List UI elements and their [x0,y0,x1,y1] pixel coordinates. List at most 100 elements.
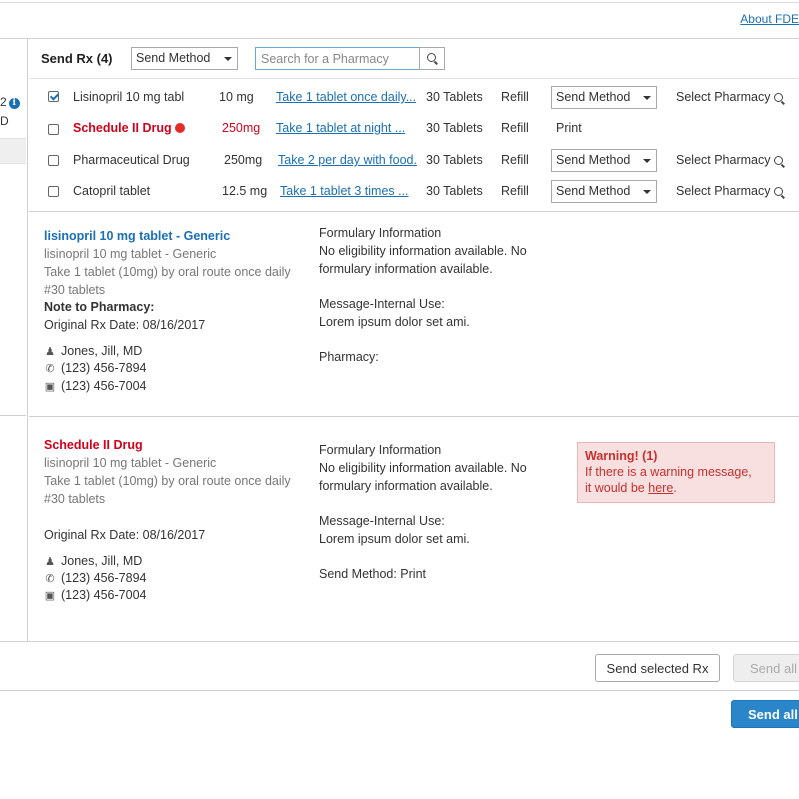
select-pharmacy-link[interactable]: Select Pharmacy [676,153,784,167]
warning-text-line2: it would be here. [585,480,767,496]
send-rx-title: Send Rx (4) [41,51,113,66]
formulary-text: No eligibility information available. No [319,244,527,258]
rx-row-name: Schedule II Drug [73,121,185,135]
rx-row-refill: Refill [501,184,529,198]
rx-row-sig-link[interactable]: Take 1 tablet 3 times ... [280,184,409,198]
rx-detail-qty: #30 tablets [44,492,106,506]
send-all-disabled-button[interactable]: Send all [733,654,799,682]
chevron-down-icon [224,57,232,61]
footer-divider-2 [0,690,799,691]
toolbar-divider [29,78,799,79]
user-icon: ♟ [45,556,55,568]
left-pane-number-text: 2 [0,95,7,109]
warning-text: If there is a warning message, [585,465,752,479]
rx-row-checkbox[interactable] [48,91,59,102]
note-to-pharmacy-label: Note to Pharmacy: [44,300,155,314]
phone-number: (123) 456-7894 [61,571,147,585]
chevron-down-icon [643,190,651,194]
chevron-down-icon [643,159,651,163]
message-text: Lorem ipsum dolor set ami. [319,532,470,546]
pharmacy-label: Pharmacy: [319,350,379,364]
rx-row-checkbox[interactable] [48,186,59,197]
pharmacy-search-button[interactable] [419,47,445,70]
rx-detail-fax: ▣ (123) 456-7004 [44,587,147,605]
rx-row-qty: 30 Tablets [426,121,483,135]
rx-row-name-text: Schedule II Drug [73,121,172,135]
left-pane-number: 2i [0,95,20,109]
rx-row-dose: 250mg [222,121,261,135]
warning-here-link[interactable]: here [648,481,673,495]
rx-detail-prescriber: ♟ Jones, Jill, MD [44,343,142,361]
rx-row-send-method-select[interactable]: Send Method [551,149,657,172]
rx-detail-generic: lisinopril 10 mg tablet - Generic [44,456,217,470]
about-link[interactable]: About FDE [740,12,799,26]
rx-row-refill: Refill [501,90,529,104]
warning-box: Warning! (1) If there is a warning messa… [577,442,775,503]
fax-number: (123) 456-7004 [61,588,147,602]
select-pharmacy-link[interactable]: Select Pharmacy [676,184,784,198]
rx-row-send-method-label: Send Method [556,153,631,167]
select-pharmacy-label: Select Pharmacy [676,184,771,198]
warning-text-end: . [673,481,677,495]
rx-row-send-method-select[interactable]: Send Method [551,86,657,109]
rx-row-send-method-text: Print [556,121,582,135]
rx-row-name: Pharmaceutical Drug [73,153,190,167]
select-pharmacy-label: Select Pharmacy [676,153,771,167]
send-method-info: Send Method: Print [319,567,427,581]
info-icon[interactable]: i [8,98,20,109]
select-pharmacy-link[interactable]: Select Pharmacy [676,90,784,104]
pharmacy-search-input[interactable] [255,47,420,70]
rx-detail-title: lisinopril 10 mg tablet - Generic [44,229,231,243]
rx-row-sig-link[interactable]: Take 1 tablet once daily... [276,90,416,104]
fax-number: (123) 456-7004 [61,379,147,393]
alert-dot-icon [174,123,185,133]
rx-detail-orig-date: Original Rx Date: 08/16/2017 [44,528,206,542]
rx-detail-phone: ✆ (123) 456-7894 [44,570,146,588]
rx-row-checkbox[interactable] [48,124,59,135]
prescriber-name: Jones, Jill, MD [61,554,143,568]
search-icon [774,187,784,196]
rx-detail-generic: lisinopril 10 mg tablet - Generic [44,247,217,261]
rx-row-checkbox[interactable] [48,155,59,166]
prescriber-name: Jones, Jill, MD [61,344,143,358]
phone-number: (123) 456-7894 [61,361,147,375]
rx-row-qty: 30 Tablets [426,153,483,167]
select-pharmacy-label: Select Pharmacy [676,90,771,104]
left-pane-letter: D [0,114,9,128]
rx-row-qty: 30 Tablets [426,184,483,198]
rx-row-dose: 12.5 mg [222,184,268,198]
phone-icon: ✆ [45,363,55,375]
footer-divider [0,641,799,642]
phone-icon: ✆ [45,573,55,585]
warning-title: Warning! (1) [585,449,658,463]
rows-divider [29,211,799,212]
rx-detail-sig: Take 1 tablet (10mg) by oral route once … [44,265,291,279]
send-method-select[interactable]: Send Method [131,47,238,70]
send-all-button[interactable]: Send all [731,700,799,728]
rx-row-name: Lisinopril 10 mg tabl [73,90,185,104]
search-icon [427,53,436,62]
rx-row-qty: 30 Tablets [426,90,483,104]
rx-detail-prescriber: ♟ Jones, Jill, MD [44,553,142,571]
fax-icon: ▣ [44,590,56,602]
rx-row-sig-link[interactable]: Take 1 tablet at night ... [276,121,405,135]
search-icon [774,156,784,165]
rx-row-send-method-select[interactable]: Send Method [551,180,657,203]
left-pane: 2i D [0,39,28,641]
message-label: Message-Internal Use: [319,514,445,528]
user-icon: ♟ [45,346,55,358]
formulary-label: Formulary Information [319,226,442,240]
search-icon [774,93,784,102]
rx-row-send-method-label: Send Method [556,90,631,104]
rx-row-refill: Refill [501,121,529,135]
send-method-select-label: Send Method [136,51,211,65]
message-label: Message-Internal Use: [319,297,445,311]
top-divider [0,2,799,3]
rx-row-refill: Refill [501,153,529,167]
rx-row-name: Catopril tablet [73,184,151,198]
header-divider [0,38,799,39]
formulary-label: Formulary Information [319,443,442,457]
rx-row-sig-link[interactable]: Take 2 per day with food. [278,153,417,167]
send-selected-rx-button[interactable]: Send selected Rx [595,654,720,682]
rx-detail-title: Schedule II Drug [44,438,143,452]
